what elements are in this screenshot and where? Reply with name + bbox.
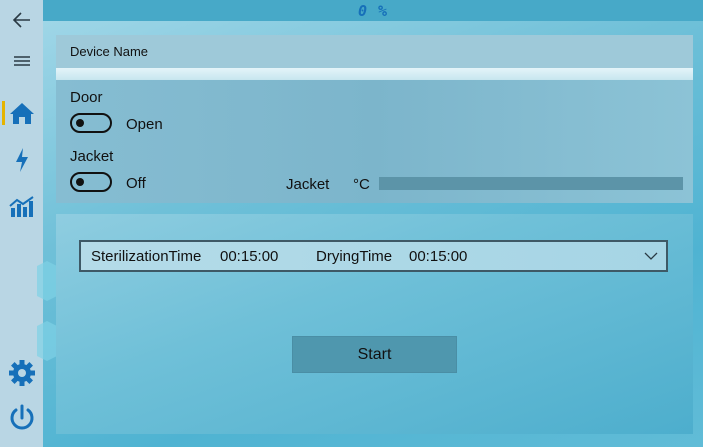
jacket-temperature-bar (379, 177, 683, 190)
jacket-temp-label: Jacket (286, 176, 330, 193)
drying-time-label: DryingTime (316, 248, 393, 265)
back-button[interactable] (0, 2, 43, 38)
home-icon (9, 103, 34, 124)
hexagon-decoration (37, 261, 57, 361)
start-button[interactable]: Start (292, 336, 457, 373)
device-name-label: Device Name (70, 44, 149, 59)
jacket-label: Jacket (70, 148, 114, 165)
gear-icon (8, 360, 35, 386)
drying-time-value: 00:15:00 (409, 248, 468, 265)
start-button-label: Start (357, 345, 392, 363)
progress-readout: 0 % (357, 2, 389, 20)
hamburger-menu-icon (13, 56, 30, 66)
sterilization-time-value: 00:15:00 (220, 248, 279, 265)
jacket-state: Off (126, 175, 146, 192)
toggle-knob (76, 119, 84, 127)
nav-home[interactable] (0, 95, 43, 131)
device-name-bar: Device Name (56, 35, 693, 68)
nav-power[interactable] (0, 400, 43, 436)
door-toggle[interactable] (70, 113, 112, 133)
nav-power-control[interactable] (0, 142, 43, 178)
lightning-icon (15, 148, 28, 172)
door-label: Door (70, 89, 103, 106)
power-icon (10, 404, 33, 430)
chart-icon (8, 196, 34, 217)
cycle-time-select[interactable]: SterilizationTime 00:15:00 DryingTime 00… (79, 240, 668, 272)
jacket-toggle[interactable] (70, 172, 112, 192)
menu-button[interactable] (0, 43, 43, 79)
door-state: Open (126, 116, 163, 133)
nav-statistics[interactable] (0, 189, 43, 225)
chevron-down-icon (644, 252, 658, 260)
back-arrow-icon (12, 12, 30, 28)
temp-unit: °C (353, 176, 370, 193)
toggle-knob (76, 178, 84, 186)
top-bar: 0 % (43, 0, 703, 21)
sterilization-time-label: SterilizationTime (91, 248, 202, 265)
divider (56, 68, 693, 80)
